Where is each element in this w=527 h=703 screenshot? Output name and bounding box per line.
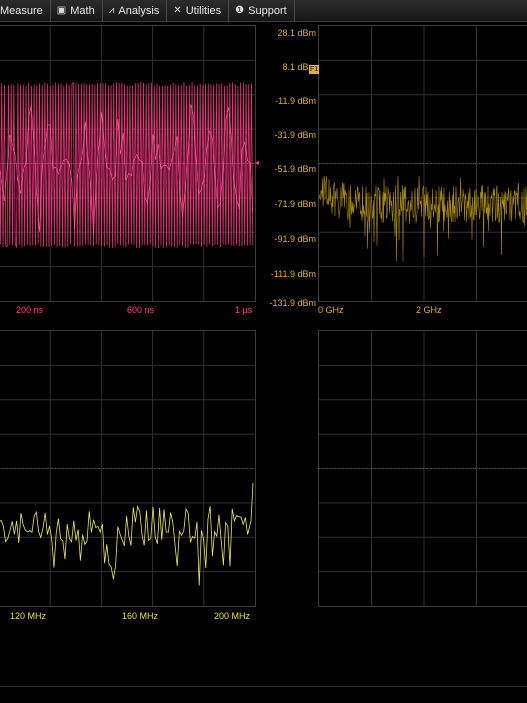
info-icon: ❶	[235, 5, 245, 16]
fft-plot	[319, 26, 527, 301]
y-tick-label: -51.9 dBm	[274, 164, 316, 174]
menu-label: Support	[248, 4, 287, 17]
x-tick-label: 200 MHz	[214, 611, 251, 621]
zoom-fft-plot	[0, 331, 255, 606]
time-domain-plot	[0, 26, 255, 301]
y-tick-label: -71.9 dBm	[274, 199, 316, 209]
x-tick-label: 2 GHz	[416, 305, 442, 315]
x-tick-label: 600 ns	[127, 305, 155, 315]
empty-plot	[319, 331, 527, 606]
y-tick-label: 8.1 dBm	[282, 62, 316, 72]
menu-analysis[interactable]: ⩘ Analysis	[103, 0, 168, 22]
x-tick-label: 1 µs	[235, 305, 253, 315]
menu-label: Utilities	[185, 4, 222, 17]
y-tick-label: -91.9 dBm	[274, 234, 316, 244]
y-tick-label: -111.9 dBm	[270, 269, 316, 279]
x-tick-label: 200 ns	[16, 305, 44, 315]
time-trace	[0, 81, 254, 249]
menu-measure[interactable]: Measure	[0, 0, 51, 22]
y-tick-label: -131.9 dBm	[269, 298, 316, 308]
zoom-fft-panel[interactable]	[0, 330, 256, 607]
menu-label: Analysis	[118, 4, 160, 17]
x-tick-label: 120 MHz	[10, 611, 47, 621]
menu-math[interactable]: ▣ Math	[51, 0, 103, 22]
menu-utilities[interactable]: ✕ Utilities	[167, 0, 230, 22]
fft-trace	[319, 175, 527, 262]
wrench-icon: ✕	[173, 5, 182, 16]
menu-support[interactable]: ❶ Support	[229, 0, 295, 22]
zoom-trace	[0, 482, 254, 586]
y-tick-label: 28.1 dBm	[277, 28, 316, 38]
y-tick-label: -31.9 dBm	[274, 130, 316, 140]
x-tick-label: 160 MHz	[122, 611, 159, 621]
fft-channel-tag[interactable]: F1	[309, 65, 320, 74]
menu-label: Math	[70, 4, 95, 17]
time-domain-panel[interactable]	[0, 25, 256, 302]
analysis-chart-icon: ⩘	[108, 5, 115, 16]
menu-label: Measure	[0, 4, 43, 17]
empty-panel[interactable]	[318, 330, 527, 607]
x-tick-label: 0 GHz	[318, 305, 344, 315]
y-tick-label: -11.9 dBm	[275, 96, 316, 106]
menu-bar: Measure ▣ Math ⩘ Analysis ✕ Utilities ❶ Support	[0, 0, 527, 22]
calculator-icon: ▣	[56, 5, 67, 16]
fft-panel[interactable]	[318, 25, 527, 302]
bottom-divider	[0, 686, 527, 687]
